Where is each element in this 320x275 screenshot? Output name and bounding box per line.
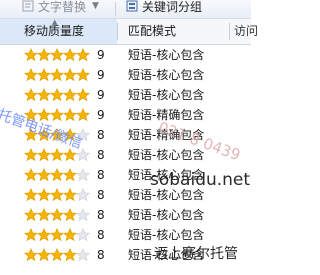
- table-row[interactable]: 8 短语-核心包含: [0, 225, 251, 245]
- quality-score: 8: [97, 128, 105, 142]
- star-filled-icon: [37, 208, 51, 222]
- star-filled-icon: [63, 168, 77, 182]
- chevron-down-icon[interactable]: ▼: [92, 1, 99, 11]
- column-mobile-quality-label: 移动质量度: [24, 24, 85, 38]
- star-filled-icon: [37, 148, 51, 162]
- star-filled-icon: [76, 88, 90, 102]
- star-filled-icon: [24, 208, 38, 222]
- star-filled-icon: [37, 88, 51, 102]
- watermark-corner: 迈上赛尔托管: [154, 246, 238, 262]
- star-filled-icon: [37, 168, 51, 182]
- star-filled-icon: [63, 88, 77, 102]
- star-rating: [24, 88, 90, 102]
- star-filled-icon: [50, 188, 64, 202]
- keyword-group-label: 关键词分组: [142, 0, 203, 14]
- star-empty-icon: [76, 188, 90, 202]
- watermark-site: sobaidu.net: [150, 170, 251, 190]
- star-rating: [24, 188, 90, 202]
- text-replace-button[interactable]: 文字替换 ▼: [22, 0, 99, 16]
- column-visit[interactable]: 访问: [230, 19, 260, 44]
- star-filled-icon: [50, 148, 64, 162]
- star-filled-icon: [63, 48, 77, 62]
- quality-score: 8: [97, 148, 105, 162]
- star-filled-icon: [50, 168, 64, 182]
- star-filled-icon: [24, 48, 38, 62]
- quality-score: 8: [97, 248, 105, 262]
- sort-asc-icon: ▲: [52, 18, 58, 26]
- star-filled-icon: [50, 108, 64, 122]
- star-filled-icon: [24, 228, 38, 242]
- match-mode-cell: 短语-核心包含: [128, 48, 205, 62]
- quality-score: 8: [97, 188, 105, 202]
- star-filled-icon: [63, 208, 77, 222]
- star-filled-icon: [76, 68, 90, 82]
- star-filled-icon: [37, 68, 51, 82]
- star-filled-icon: [63, 108, 77, 122]
- match-mode-cell: 短语-核心包含: [128, 68, 205, 82]
- star-filled-icon: [37, 48, 51, 62]
- star-filled-icon: [24, 88, 38, 102]
- quality-score: 8: [97, 208, 105, 222]
- star-rating: [24, 68, 90, 82]
- table-row[interactable]: 8 短语-核心包含: [0, 205, 251, 225]
- star-filled-icon: [63, 248, 77, 262]
- text-replace-label: 文字替换: [38, 0, 87, 14]
- star-filled-icon: [63, 188, 77, 202]
- star-empty-icon: [76, 168, 90, 182]
- quality-score: 8: [97, 168, 105, 182]
- star-filled-icon: [63, 228, 77, 242]
- quality-score: 9: [97, 88, 105, 102]
- match-mode-cell: 短语-核心包含: [128, 228, 205, 242]
- star-filled-icon: [50, 248, 64, 262]
- keyword-group-button[interactable]: 关键词分组: [126, 0, 202, 16]
- star-rating: [24, 228, 90, 242]
- column-match-mode-label: 匹配模式: [128, 24, 177, 38]
- star-filled-icon: [76, 48, 90, 62]
- star-filled-icon: [50, 208, 64, 222]
- quality-score: 8: [97, 228, 105, 242]
- star-rating: [24, 248, 90, 262]
- star-filled-icon: [63, 68, 77, 82]
- star-filled-icon: [24, 68, 38, 82]
- quality-score: 9: [97, 68, 105, 82]
- toolbar: 文字替换 ▼ 关键词分组: [0, 0, 251, 19]
- keyword-group-icon: [126, 0, 138, 12]
- star-rating: [24, 208, 90, 222]
- quality-score: 9: [97, 108, 105, 122]
- star-filled-icon: [24, 248, 38, 262]
- star-filled-icon: [24, 188, 38, 202]
- table-row[interactable]: 9 短语-核心包含: [0, 45, 251, 65]
- star-rating: [24, 148, 90, 162]
- star-filled-icon: [37, 248, 51, 262]
- star-empty-icon: [76, 248, 90, 262]
- table-header: ▲ 移动质量度 匹配模式 访问: [0, 19, 258, 45]
- text-replace-icon: [22, 0, 34, 12]
- star-rating: [24, 48, 90, 62]
- column-mobile-quality[interactable]: ▲ 移动质量度: [0, 19, 117, 44]
- star-filled-icon: [76, 108, 90, 122]
- quality-score: 9: [97, 48, 105, 62]
- column-match-mode[interactable]: 匹配模式: [118, 19, 228, 44]
- table-row[interactable]: 9 短语-核心包含: [0, 85, 251, 105]
- star-filled-icon: [50, 48, 64, 62]
- star-filled-icon: [50, 88, 64, 102]
- star-empty-icon: [76, 228, 90, 242]
- match-mode-cell: 短语-核心包含: [128, 88, 205, 102]
- star-filled-icon: [24, 148, 38, 162]
- star-empty-icon: [76, 208, 90, 222]
- star-filled-icon: [50, 228, 64, 242]
- star-filled-icon: [37, 188, 51, 202]
- column-visit-label: 访问: [234, 24, 259, 38]
- star-filled-icon: [24, 168, 38, 182]
- star-filled-icon: [50, 68, 64, 82]
- table-row[interactable]: 9 短语-核心包含: [0, 65, 251, 85]
- star-rating: [24, 168, 90, 182]
- toolbar-divider: [115, 2, 116, 16]
- star-filled-icon: [37, 228, 51, 242]
- match-mode-cell: 短语-核心包含: [128, 208, 205, 222]
